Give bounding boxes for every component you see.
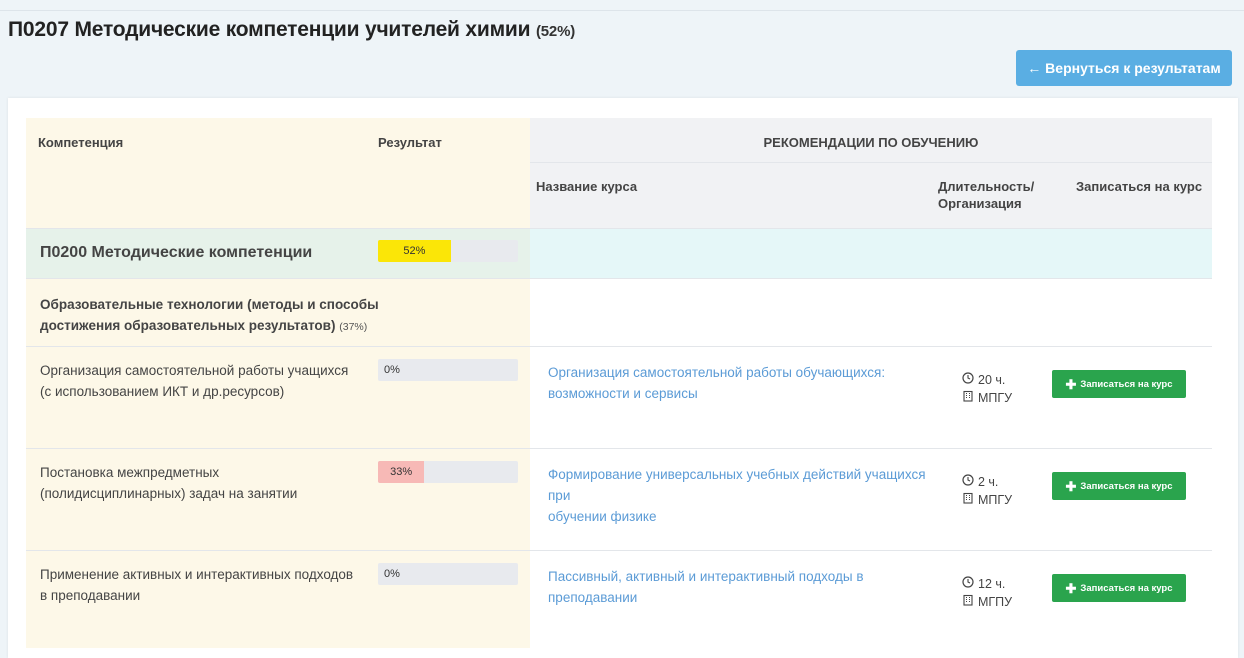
divider bbox=[26, 448, 1212, 449]
course-meta: 2 ч. МПГУ bbox=[962, 473, 1012, 509]
divider bbox=[26, 278, 1212, 279]
section-result-bar: 52% bbox=[378, 240, 518, 262]
enroll-button[interactable]: ✚ Записаться на курс bbox=[1052, 574, 1186, 602]
competence-result-label: 0% bbox=[384, 568, 400, 580]
course-link[interactable]: Формирование универсальных учебных дейст… bbox=[548, 464, 948, 527]
course-link-line: обучении физике bbox=[548, 509, 657, 524]
header-duration-org: Длительность/ Организация bbox=[938, 178, 1034, 212]
divider bbox=[530, 162, 1212, 163]
course-meta: 12 ч. МГПУ bbox=[962, 575, 1012, 611]
course-meta: 20 ч. МПГУ bbox=[962, 371, 1012, 407]
course-duration: 20 ч. bbox=[978, 373, 1006, 387]
enroll-button-label: Записаться на курс bbox=[1080, 480, 1173, 492]
plus-icon: ✚ bbox=[1065, 376, 1077, 392]
subsection-percent: (37%) bbox=[339, 321, 368, 333]
competence-name-line: (полидисциплинарных) задач на занятии bbox=[40, 486, 298, 501]
header-organization: Организация bbox=[938, 196, 1022, 211]
plus-icon: ✚ bbox=[1065, 478, 1077, 494]
competence-result-fill: 0% bbox=[378, 359, 518, 381]
competence-name: Постановка межпредметных (полидисциплина… bbox=[40, 462, 360, 504]
competence-name-line: (с использованием ИКТ и др.ресурсов) bbox=[40, 384, 285, 399]
competence-name-line: Организация самостоятельной работы учащи… bbox=[40, 363, 349, 378]
results-table: Компетенция Результат РЕКОМЕНДАЦИИ ПО ОБ… bbox=[26, 118, 1212, 648]
header-enroll: Записаться на курс bbox=[1076, 179, 1203, 194]
page-title-percent: (52%) bbox=[535, 23, 575, 40]
competence-result-label: 0% bbox=[384, 364, 400, 376]
header-result: Результат bbox=[378, 135, 442, 150]
course-link-line: Организация самостоятельной работы обуча… bbox=[548, 365, 886, 380]
course-link[interactable]: Организация самостоятельной работы обуча… bbox=[548, 362, 948, 404]
header-duration: Длительность/ bbox=[938, 179, 1035, 194]
course-organization: МПГУ bbox=[978, 493, 1013, 507]
header-recommendations: РЕКОМЕНДАЦИИ ПО ОБУЧЕНИЮ bbox=[763, 135, 979, 150]
header-competence: Компетенция bbox=[38, 135, 124, 150]
competence-result-bar: 0% bbox=[378, 359, 518, 381]
plus-icon: ✚ bbox=[1065, 580, 1077, 596]
competence-result-bar: 33% bbox=[378, 461, 518, 483]
enroll-button[interactable]: ✚ Записаться на курс bbox=[1052, 472, 1186, 500]
course-link-line: возможности и сервисы bbox=[548, 386, 698, 401]
enroll-button-label: Записаться на курс bbox=[1080, 582, 1173, 594]
building-icon bbox=[962, 593, 974, 611]
course-link[interactable]: Пассивный, активный и интерактивный подх… bbox=[548, 566, 948, 608]
subsection-title-text: Образовательные технологии (методы и спо… bbox=[40, 297, 379, 333]
header-course-name: Название курса bbox=[536, 179, 638, 194]
back-to-results-label: ← Вернуться к результатам bbox=[1027, 60, 1221, 76]
competence-name-line: Применение активных и интерактивных подх… bbox=[40, 567, 354, 582]
competence-name-line: Постановка межпредметных bbox=[40, 465, 220, 480]
competence-result-fill: 33% bbox=[378, 461, 425, 483]
clock-icon bbox=[962, 575, 974, 593]
course-organization: МГПУ bbox=[978, 595, 1013, 609]
competence-name-line: в преподавании bbox=[40, 588, 141, 603]
divider bbox=[26, 228, 1212, 229]
subsection-title: Образовательные технологии (методы и спо… bbox=[40, 294, 460, 338]
building-icon bbox=[962, 491, 974, 509]
page-title-text: П0207 Методические компетенции учителей … bbox=[8, 18, 531, 41]
course-duration: 2 ч. bbox=[978, 475, 999, 489]
page-title: П0207 Методические компетенции учителей … bbox=[8, 18, 575, 42]
clock-icon bbox=[962, 473, 974, 491]
section-result-label: 52% bbox=[403, 245, 426, 257]
competence-result-label: 33% bbox=[390, 466, 413, 478]
divider bbox=[26, 550, 1212, 551]
top-divider bbox=[0, 10, 1244, 11]
course-link-line: Пассивный, активный и интерактивный подх… bbox=[548, 569, 864, 605]
course-link-line: Формирование универсальных учебных дейст… bbox=[548, 467, 926, 503]
building-icon bbox=[962, 389, 974, 407]
divider bbox=[26, 346, 1212, 347]
course-organization: МПГУ bbox=[978, 391, 1013, 405]
competence-name: Организация самостоятельной работы учащи… bbox=[40, 360, 360, 402]
enroll-button-label: Записаться на курс bbox=[1080, 378, 1173, 390]
course-duration: 12 ч. bbox=[978, 577, 1006, 591]
section-result-fill: 52% bbox=[378, 240, 451, 262]
enroll-button[interactable]: ✚ Записаться на курс bbox=[1052, 370, 1186, 398]
back-to-results-button[interactable]: ← Вернуться к результатам bbox=[1016, 50, 1232, 86]
competence-name: Применение активных и интерактивных подх… bbox=[40, 564, 360, 606]
competence-result-bar: 0% bbox=[378, 563, 518, 585]
section-title: П0200 Методические компетенции bbox=[40, 244, 313, 261]
competence-result-fill: 0% bbox=[378, 563, 518, 585]
clock-icon bbox=[962, 371, 974, 389]
